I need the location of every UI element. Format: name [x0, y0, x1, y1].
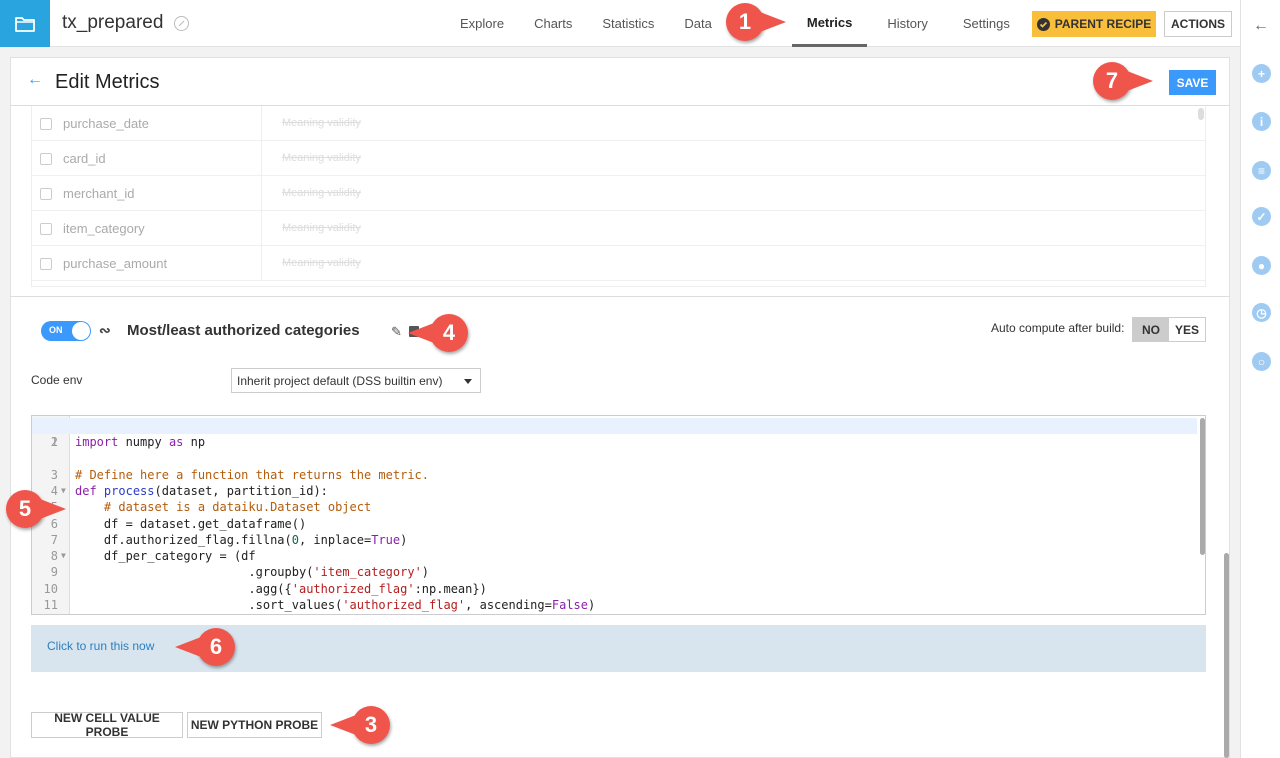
- callout-1: 1: [726, 3, 786, 41]
- column-name: card_id: [63, 151, 106, 166]
- column-row: merchant_id Meaning validity: [32, 176, 1205, 211]
- column-list-scrollbar[interactable]: [1198, 108, 1204, 120]
- toggle-label: ON: [49, 325, 63, 335]
- dataset-folder-icon[interactable]: [0, 0, 50, 47]
- new-python-probe-button[interactable]: NEW PYTHON PROBE: [187, 712, 322, 738]
- probe-title: Most/least authorized categories: [127, 322, 360, 339]
- parent-recipe-button[interactable]: PARENT RECIPE: [1032, 11, 1156, 37]
- top-bar: tx_prepared Explore Charts Statistics Da…: [0, 0, 1240, 47]
- dataset-name: tx_prepared: [62, 12, 164, 33]
- list-icon[interactable]: ≡: [1252, 161, 1271, 180]
- code-line: 3 # Define here a function that returns t…: [50, 467, 430, 482]
- tab-explore[interactable]: Explore: [445, 0, 519, 47]
- meaning-validity: Meaning validity: [282, 257, 361, 269]
- callout-6: 6: [175, 628, 235, 666]
- column-checkbox[interactable]: [40, 223, 52, 235]
- column-checkbox[interactable]: [40, 153, 52, 165]
- column-name: item_category: [63, 221, 145, 236]
- code-line: 8 ▼ df_per_category = (df: [50, 549, 256, 564]
- new-cell-value-probe-button[interactable]: NEW CELL VALUE PROBE: [31, 711, 183, 739]
- code-line: 10 .agg({'authorized_flag':np.mean}): [43, 581, 487, 596]
- column-separator: [261, 211, 262, 246]
- column-list: purchase_date Meaning validity card_id M…: [31, 106, 1206, 287]
- auto-compute-label: Auto compute after build:: [991, 321, 1125, 335]
- lab-icon[interactable]: ●: [1252, 256, 1271, 275]
- save-button[interactable]: SAVE: [1169, 70, 1216, 95]
- column-checkbox[interactable]: [40, 118, 52, 130]
- code-line: 7 df.authorized_flag.fillna(0, inplace=T…: [50, 532, 408, 547]
- column-row: purchase_date Meaning validity: [32, 106, 1205, 141]
- plus-icon[interactable]: +: [1252, 64, 1271, 83]
- column-separator: [261, 141, 262, 176]
- tab-charts[interactable]: Charts: [519, 0, 587, 47]
- chat-icon[interactable]: ○: [1252, 352, 1271, 371]
- auto-compute-toggle: NO YES: [1132, 317, 1206, 342]
- panel-header: ← Edit Metrics SAVE: [11, 58, 1229, 106]
- parent-recipe-label: PARENT RECIPE: [1054, 17, 1152, 31]
- actions-button[interactable]: ACTIONS: [1164, 11, 1232, 37]
- code-env-select[interactable]: Inherit project default (DSS builtin env…: [231, 368, 481, 393]
- column-row: card_id Meaning validity: [32, 141, 1205, 176]
- code-line: 11 .sort_values('authorized_flag', ascen…: [43, 598, 596, 612]
- page-title: Edit Metrics: [55, 71, 160, 93]
- column-checkbox[interactable]: [40, 188, 52, 200]
- check-icon[interactable]: ✓: [1252, 207, 1271, 226]
- probe-enabled-toggle[interactable]: ON: [41, 321, 91, 341]
- caret-down-icon: [464, 379, 472, 384]
- tab-history[interactable]: History: [867, 0, 942, 47]
- tab-statistics[interactable]: Statistics: [587, 0, 669, 47]
- info-icon[interactable]: i: [1252, 112, 1271, 131]
- meaning-validity: Meaning validity: [282, 187, 361, 199]
- callout-4: 4: [408, 314, 468, 352]
- run-now-link[interactable]: Click to run this now: [47, 639, 154, 653]
- back-arrow-icon[interactable]: ←: [27, 71, 43, 89]
- code-env-value: Inherit project default (DSS builtin env…: [237, 374, 443, 388]
- auto-compute-no[interactable]: NO: [1133, 318, 1169, 341]
- code-line: 9 .groupby('item_category'): [50, 565, 430, 580]
- code-line: 2: [50, 435, 58, 450]
- arrow-left-icon[interactable]: ←: [1253, 17, 1269, 35]
- toggle-knob: [72, 322, 90, 340]
- column-name: merchant_id: [63, 186, 135, 201]
- dataset-status-icon: [174, 16, 189, 31]
- code-line: 5 # dataset is a dataiku.Dataset object: [51, 500, 372, 515]
- code-line: 12 ): [32, 597, 1197, 613]
- meaning-validity: Meaning validity: [282, 152, 361, 164]
- auto-compute-yes[interactable]: YES: [1169, 318, 1205, 341]
- tab-settings[interactable]: Settings: [943, 0, 1025, 47]
- code-line: 4 ▼ def process(dataset, partition_id):: [50, 483, 328, 498]
- column-name: purchase_amount: [63, 256, 168, 271]
- column-name: purchase_date: [63, 116, 150, 131]
- meaning-validity: Meaning validity: [282, 222, 361, 234]
- callout-3: 3: [330, 706, 390, 744]
- pencil-icon[interactable]: ✎: [391, 324, 402, 340]
- section-divider: [11, 296, 1229, 297]
- code-env-label: Code env: [31, 373, 83, 387]
- code-line: 1 import numpy as np: [32, 418, 1197, 449]
- callout-7: 7: [1093, 62, 1153, 100]
- column-checkbox[interactable]: [40, 258, 52, 270]
- code-editor[interactable]: 1 import numpy as np 2 3 # Define here a f…: [31, 415, 1206, 615]
- clock-icon[interactable]: ◷: [1252, 303, 1271, 322]
- panel-scrollbar[interactable]: [1224, 553, 1229, 758]
- callout-5: 5: [6, 490, 66, 528]
- column-row: item_category Meaning validity: [32, 211, 1205, 246]
- meaning-validity: Meaning validity: [282, 117, 361, 129]
- recipe-icon: [1036, 17, 1050, 31]
- column-row: purchase_amount Meaning validity: [32, 246, 1205, 281]
- right-rail: ← + i ≡ ✓ ● ◷ ○: [1240, 0, 1280, 758]
- column-separator: [261, 246, 262, 281]
- tab-metrics[interactable]: Metrics: [791, 0, 868, 47]
- editor-scrollbar[interactable]: [1200, 418, 1205, 555]
- column-separator: [261, 176, 262, 211]
- column-separator: [261, 106, 262, 141]
- code-line: 6 df = dataset.get_dataframe(): [50, 516, 307, 531]
- python-icon: ∾: [99, 322, 111, 338]
